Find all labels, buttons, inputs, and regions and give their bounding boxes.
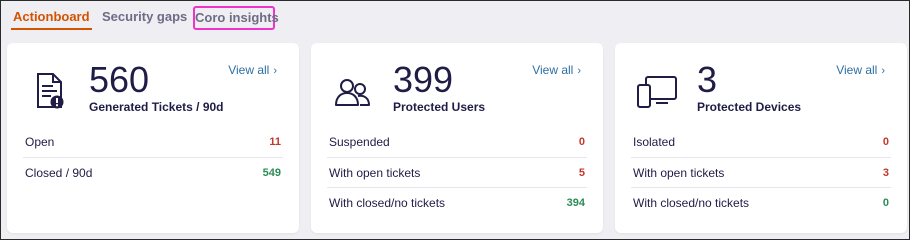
users-view-all-link[interactable]: View all › [532, 63, 581, 77]
row-value[interactable]: 0 [883, 188, 889, 218]
users-card: 399 Protected Users View all › Suspended … [311, 43, 603, 233]
row-label: Closed / 90d [25, 166, 93, 180]
row-label: With open tickets [633, 166, 725, 180]
row-label: Open [25, 135, 55, 149]
list-item: With closed/no tickets 394 [327, 187, 587, 217]
ticket-document-icon [27, 69, 71, 113]
chevron-right-icon: › [273, 65, 277, 77]
devices-card: 3 Protected Devices View all › Isolated 0… [615, 43, 907, 233]
users-rows: Suspended 0 With open tickets 5 With clo… [327, 127, 587, 217]
tickets-count: 560 [89, 59, 150, 100]
users-icon [331, 69, 375, 113]
list-item: Open 11 [23, 127, 283, 157]
tickets-title: Generated Tickets / 90d [89, 100, 224, 114]
view-all-label: View all [532, 63, 574, 77]
tickets-rows: Open 11 Closed / 90d 549 [23, 127, 283, 187]
row-value[interactable]: 394 [567, 188, 585, 218]
row-value[interactable]: 3 [883, 158, 889, 188]
devices-title: Protected Devices [697, 100, 802, 114]
row-label: Suspended [329, 135, 390, 149]
list-item: Isolated 0 [631, 127, 891, 157]
list-item: With open tickets 3 [631, 157, 891, 187]
tab-bar: Actionboard Security gaps Coro insights [1, 1, 909, 33]
list-item: Suspended 0 [327, 127, 587, 157]
chevron-right-icon: › [577, 65, 581, 77]
row-value[interactable]: 0 [883, 127, 889, 157]
tab-coro-insights[interactable]: Coro insights [193, 6, 279, 30]
tickets-card: 560 Generated Tickets / 90d View all › Op… [7, 43, 299, 233]
tickets-view-all-link[interactable]: View all › [228, 63, 277, 77]
row-value[interactable]: 0 [579, 127, 585, 157]
row-label: Isolated [633, 135, 676, 149]
list-item: With open tickets 5 [327, 157, 587, 187]
devices-icon [635, 69, 679, 113]
devices-count: 3 [697, 59, 718, 100]
list-item: Closed / 90d 549 [23, 157, 283, 187]
row-value[interactable]: 549 [263, 158, 281, 188]
view-all-label: View all [228, 63, 270, 77]
row-value[interactable]: 5 [579, 158, 585, 188]
devices-view-all-link[interactable]: View all › [836, 63, 885, 77]
users-count: 399 [393, 59, 454, 100]
tab-security-gaps[interactable]: Security gaps [102, 6, 187, 30]
devices-rows: Isolated 0 With open tickets 3 With clos… [631, 127, 891, 217]
view-all-label: View all [836, 63, 878, 77]
row-value[interactable]: 11 [269, 127, 281, 157]
tab-actionboard[interactable]: Actionboard [11, 6, 92, 30]
row-label: With closed/no tickets [633, 196, 750, 210]
row-label: With open tickets [329, 166, 421, 180]
chevron-right-icon: › [881, 65, 885, 77]
users-title: Protected Users [393, 100, 486, 114]
list-item: With closed/no tickets 0 [631, 187, 891, 217]
row-label: With closed/no tickets [329, 196, 446, 210]
